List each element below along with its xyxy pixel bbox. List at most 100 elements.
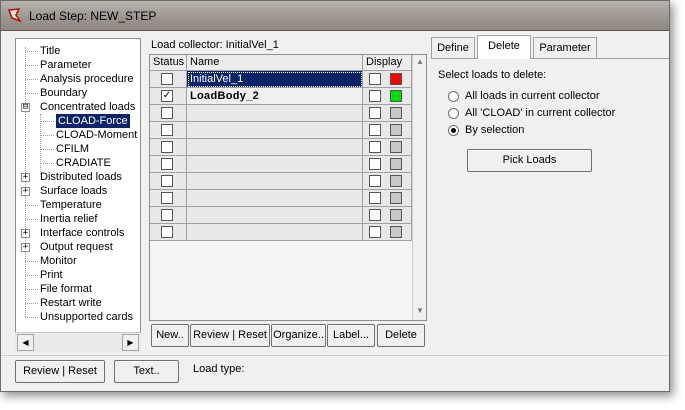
color-swatch[interactable] [390,90,402,102]
table-row[interactable]: InitialVel_1 [150,71,412,88]
tree-item[interactable]: Concentrated loads [40,100,135,114]
table-row[interactable] [150,105,412,122]
title-bar[interactable]: Load Step: NEW_STEP [1,1,669,31]
tree-item[interactable]: Interface controls [40,226,124,240]
tree-horizontal-scrollbar[interactable]: ◀ ▶ [15,332,141,352]
name-cell[interactable] [187,139,363,156]
color-swatch[interactable] [390,141,402,153]
display-checkbox[interactable] [369,141,381,153]
status-checkbox[interactable] [161,175,173,187]
color-swatch[interactable] [390,158,402,170]
radio-button[interactable] [448,91,459,102]
color-swatch[interactable] [390,175,402,187]
tree-item[interactable]: Temperature [40,198,102,212]
display-column-header[interactable]: Display [363,55,412,71]
table-row[interactable] [150,173,412,190]
scroll-right-icon[interactable]: ▶ [122,334,139,351]
tree-item[interactable]: Print [40,268,63,282]
tree-item[interactable]: CFILM [56,142,89,156]
color-swatch[interactable] [390,73,402,85]
color-swatch[interactable] [390,124,402,136]
tree-item[interactable]: Unsupported cards [40,310,133,324]
tab-define[interactable]: Define [431,37,475,59]
table-row[interactable] [150,139,412,156]
tree-item[interactable]: CRADIATE [56,156,111,170]
display-checkbox[interactable] [369,107,381,119]
scroll-down-icon[interactable]: ▼ [416,306,424,315]
table-row[interactable] [150,122,412,139]
radio-label[interactable]: By selection [465,124,524,136]
new-button[interactable]: New.. [151,324,189,347]
tree-item[interactable]: Output request [40,240,113,254]
tree-item[interactable]: Inertia relief [40,212,97,226]
color-swatch[interactable] [390,226,402,238]
expander-icon[interactable]: + [21,173,30,182]
tree-item[interactable]: Title [40,44,60,58]
load-type-tree[interactable]: Title Parameter Analysis procedure Boundary… [15,38,141,352]
status-checkbox[interactable] [161,158,173,170]
tree-item[interactable]: Parameter [40,58,91,72]
radio-button[interactable] [448,125,459,136]
scroll-left-icon[interactable]: ◀ [17,334,34,351]
table-row[interactable] [150,190,412,207]
color-swatch[interactable] [390,107,402,119]
radio-label[interactable]: All loads in current collector [465,90,600,102]
scroll-up-icon[interactable]: ▲ [416,57,424,66]
pick-loads-button[interactable]: Pick Loads [467,149,592,172]
status-checkbox[interactable] [161,192,173,204]
tree-item[interactable]: Surface loads [40,184,107,198]
name-cell[interactable] [187,190,363,207]
display-checkbox[interactable] [369,90,381,102]
display-checkbox[interactable] [369,158,381,170]
table-row[interactable] [150,156,412,173]
name-cell[interactable]: LoadBody_2 [187,88,363,105]
display-checkbox[interactable] [369,73,381,85]
table-row[interactable] [150,207,412,224]
name-column-header[interactable]: Name [187,55,363,71]
display-checkbox[interactable] [369,226,381,238]
expander-icon[interactable]: + [21,187,30,196]
organize-button[interactable]: Organize.. [271,324,326,347]
load-grid[interactable]: Status Name Display InitialVel_1 ✓ LoadBod… [149,54,427,321]
display-checkbox[interactable] [369,175,381,187]
tab-parameter[interactable]: Parameter [533,37,597,59]
tree-item[interactable]: CLOAD-Moment [56,128,137,142]
status-checkbox[interactable] [161,73,173,85]
display-checkbox[interactable] [369,209,381,221]
name-cell[interactable]: InitialVel_1 [187,71,363,88]
name-cell[interactable] [187,156,363,173]
tree-item[interactable]: CLOAD-Force [56,114,130,128]
name-cell[interactable] [187,173,363,190]
color-swatch[interactable] [390,209,402,221]
grid-vertical-scrollbar[interactable]: ▲ ▼ [412,55,426,320]
tree-item[interactable]: Monitor [40,254,77,268]
status-checkbox[interactable] [161,141,173,153]
status-checkbox[interactable] [161,124,173,136]
footer-review-reset-button[interactable]: Review | Reset [15,360,105,383]
tab-delete[interactable]: Delete [477,35,531,59]
radio-button[interactable] [448,108,459,119]
tree-item[interactable]: Distributed loads [40,170,122,184]
expander-icon[interactable]: ⊟ [21,103,30,112]
table-row[interactable]: ✓ LoadBody_2 [150,88,412,105]
expander-icon[interactable]: + [21,229,30,238]
label-button[interactable]: Label... [327,324,375,347]
name-cell[interactable] [187,122,363,139]
status-column-header[interactable]: Status [150,55,187,71]
text-button[interactable]: Text.. [114,360,179,383]
expander-icon[interactable]: + [21,243,30,252]
delete-button[interactable]: Delete [377,324,425,347]
name-cell[interactable] [187,105,363,122]
status-checkbox[interactable] [161,107,173,119]
display-checkbox[interactable] [369,192,381,204]
table-row[interactable] [150,224,412,241]
radio-label[interactable]: All 'CLOAD' in current collector [465,107,615,119]
display-checkbox[interactable] [369,124,381,136]
color-swatch[interactable] [390,192,402,204]
tree-item[interactable]: Boundary [40,86,87,100]
tree-item[interactable]: File format [40,282,92,296]
status-checkbox[interactable] [161,226,173,238]
tree-item[interactable]: Analysis procedure [40,72,134,86]
tree-item[interactable]: Restart write [40,296,102,310]
name-cell[interactable] [187,224,363,241]
